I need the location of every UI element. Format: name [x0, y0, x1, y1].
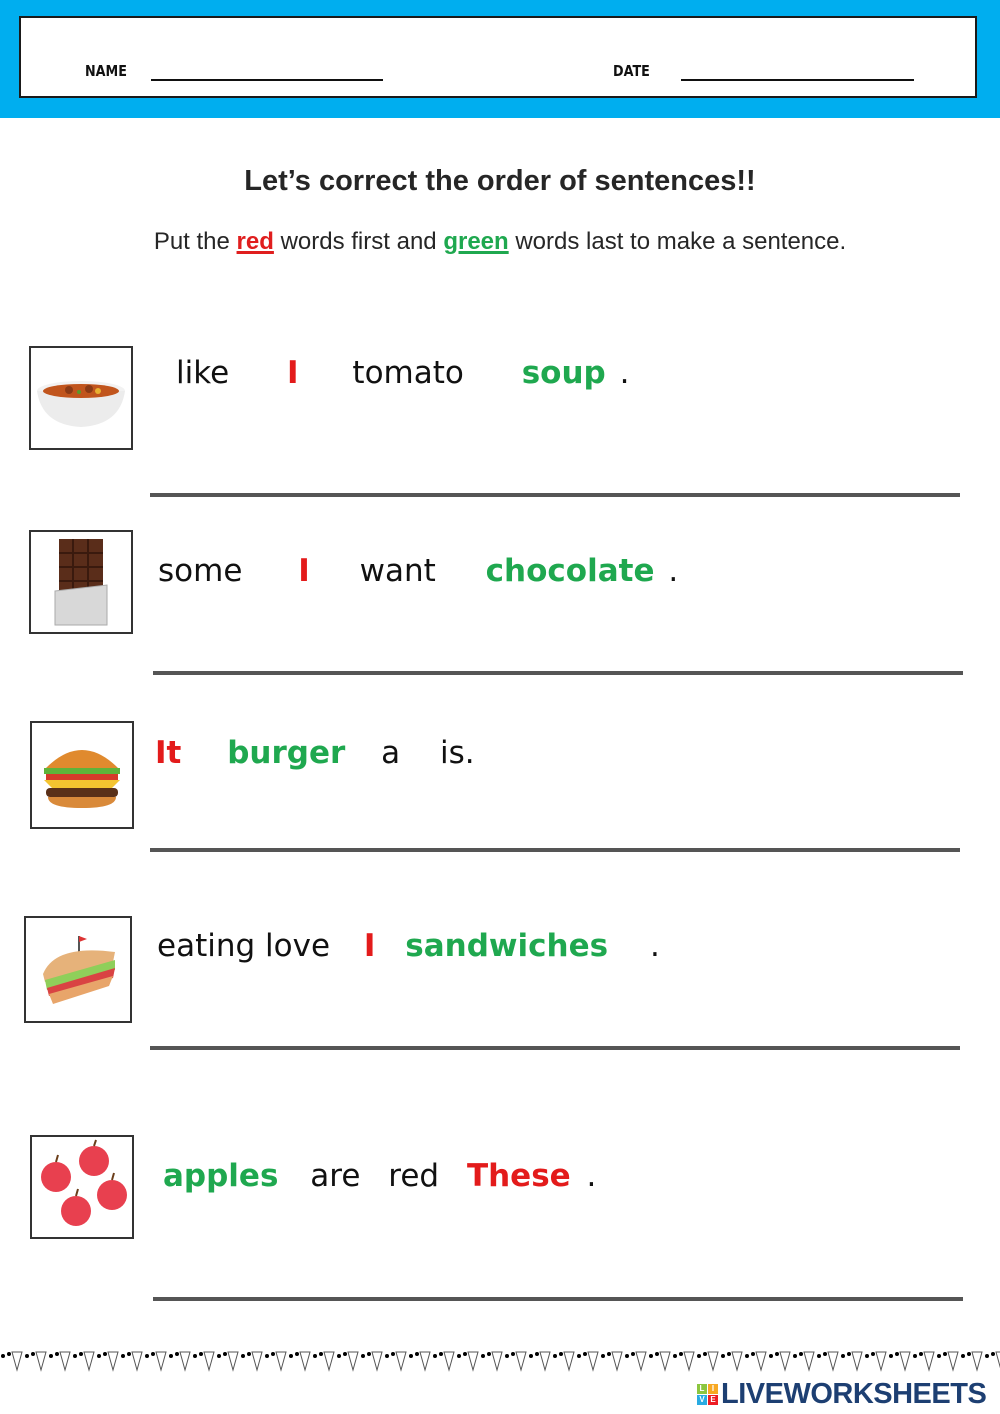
sentence-5: apples are red These .: [163, 1158, 614, 1194]
burger-icon: [44, 750, 120, 808]
instruction-text: words first and: [273, 228, 444, 255]
word-red[interactable]: I: [298, 553, 310, 589]
instruction-text: Put the: [153, 228, 237, 255]
chocolate-image: [29, 530, 133, 634]
answer-line-2[interactable]: [153, 671, 963, 675]
word[interactable]: a: [381, 735, 400, 771]
date-field[interactable]: [681, 79, 914, 81]
decorative-border: [0, 1350, 1000, 1372]
answer-line-5[interactable]: [153, 1297, 963, 1301]
instructions: Put the red words first and green words …: [0, 228, 1000, 256]
date-label: DATE: [613, 62, 650, 80]
answer-line-1[interactable]: [150, 493, 960, 497]
burger-image: [30, 721, 134, 829]
logo-tile: V: [697, 1395, 707, 1405]
sentence-3: It burger a is.: [155, 735, 493, 771]
word[interactable]: eating love: [157, 928, 330, 964]
word-green[interactable]: burger: [227, 735, 345, 771]
name-field[interactable]: [151, 79, 383, 81]
logo-text: LIVEWORKSHEETS: [721, 1378, 987, 1410]
apples-icon: [41, 1139, 127, 1226]
word[interactable]: some: [158, 553, 242, 589]
word-green[interactable]: chocolate: [486, 553, 655, 589]
sandwich-icon: [43, 935, 115, 1004]
word[interactable]: .: [650, 928, 660, 964]
sentence-4: eating love I sandwiches .: [157, 928, 678, 964]
liveworksheets-logo: L I V E LIVEWORKSHEETS: [697, 1378, 987, 1411]
instruction-text: words last to make a sentence.: [508, 228, 847, 255]
word-green[interactable]: soup: [522, 355, 606, 391]
logo-tile: E: [708, 1395, 718, 1405]
word[interactable]: .: [587, 1158, 597, 1194]
name-label: NAME: [85, 62, 127, 80]
word-green[interactable]: apples: [163, 1158, 278, 1194]
answer-line-3[interactable]: [150, 848, 960, 852]
logo-tile: L: [697, 1384, 707, 1394]
name-date-box: NAME DATE: [19, 16, 977, 98]
word[interactable]: is.: [440, 735, 475, 771]
word[interactable]: tomato: [352, 355, 463, 391]
word-red[interactable]: I: [364, 928, 376, 964]
word[interactable]: red: [388, 1158, 439, 1194]
logo-tile: I: [708, 1384, 718, 1394]
sandwich-image: [24, 916, 132, 1023]
sentence-2: some I want chocolate .: [158, 553, 696, 589]
sentence-1: like I tomato soup .: [176, 355, 647, 391]
word-red[interactable]: It: [155, 735, 181, 771]
word[interactable]: .: [668, 553, 678, 589]
word[interactable]: like: [176, 355, 229, 391]
word[interactable]: want: [360, 553, 436, 589]
apples-image: [30, 1135, 134, 1239]
instruction-green-word: green: [443, 228, 509, 255]
answer-line-4[interactable]: [150, 1046, 960, 1050]
word-red[interactable]: I: [287, 355, 299, 391]
soup-bowl-icon: [37, 381, 125, 427]
word[interactable]: .: [620, 355, 630, 391]
instruction-red-word: red: [236, 228, 274, 255]
word-green[interactable]: sandwiches: [405, 928, 608, 964]
chocolate-bar-icon: [54, 539, 108, 626]
logo-icon: L I V E: [697, 1384, 718, 1405]
word[interactable]: are: [310, 1158, 360, 1194]
word-red[interactable]: These: [467, 1158, 571, 1194]
soup-bowl-image: [29, 346, 133, 450]
worksheet-title: Let’s correct the order of sentences!!: [244, 165, 756, 197]
